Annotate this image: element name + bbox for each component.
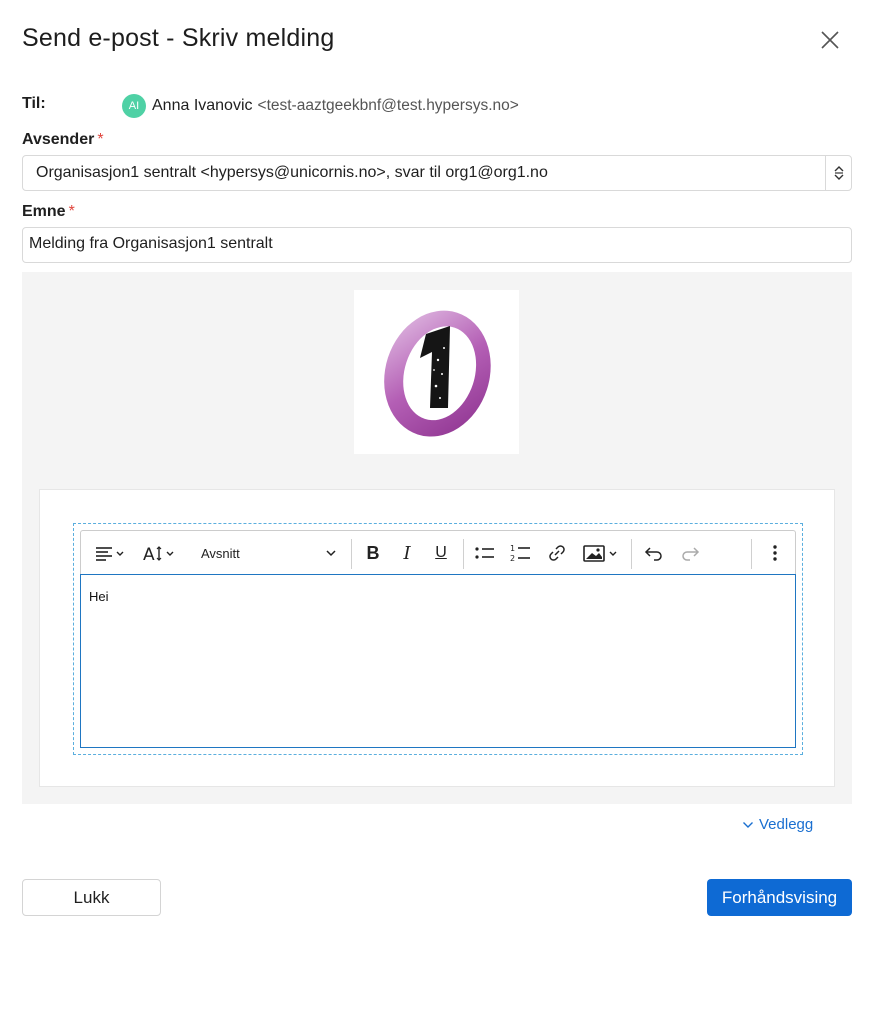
attachments-label: Vedlegg xyxy=(759,816,814,833)
font-size-icon[interactable]: A xyxy=(137,531,183,575)
close-icon[interactable] xyxy=(816,26,844,54)
subject-input[interactable]: Melding fra Organisasjon1 sentralt xyxy=(22,227,852,263)
sender-select-value: Organisasjon1 sentralt <hypersys@unicorn… xyxy=(36,164,548,181)
svg-text:1: 1 xyxy=(510,544,515,553)
block-format-value: Avsnitt xyxy=(201,545,240,561)
image-icon[interactable] xyxy=(577,531,625,575)
subject-label: Emne * xyxy=(22,203,75,220)
editor-toolbar: A Avsnitt B I U 12 xyxy=(80,530,796,574)
numbered-list-icon[interactable]: 12 xyxy=(505,531,537,575)
required-marker: * xyxy=(97,131,104,148)
required-marker: * xyxy=(68,203,75,220)
email-body-area: A Avsnitt B I U 12 Hei xyxy=(22,272,852,804)
dialog-title: Send e-post - Skriv melding xyxy=(22,24,335,52)
bullet-list-icon[interactable] xyxy=(469,531,501,575)
editor-text-area[interactable]: Hei xyxy=(80,574,796,748)
rich-text-editor: A Avsnitt B I U 12 Hei xyxy=(73,523,803,755)
close-button[interactable]: Lukk xyxy=(22,879,161,916)
preview-button[interactable]: Forhåndsvising xyxy=(707,879,852,916)
redo-icon[interactable] xyxy=(673,531,707,575)
organisation-logo xyxy=(354,290,519,454)
attachments-toggle[interactable]: Vedlegg xyxy=(742,816,813,833)
avatar: AI xyxy=(122,94,146,118)
block-format-select[interactable]: Avsnitt xyxy=(191,531,347,575)
recipient-name: Anna Ivanovic xyxy=(152,97,253,114)
undo-icon[interactable] xyxy=(637,531,671,575)
italic-icon[interactable]: I xyxy=(391,531,423,575)
svg-text:2: 2 xyxy=(510,554,515,563)
recipient-chip: AI Anna Ivanovic <test-aaztgeekbnf@test.… xyxy=(122,94,519,118)
to-label: Til: xyxy=(22,95,46,112)
recipient-email: <test-aaztgeekbnf@test.hypersys.no> xyxy=(257,97,519,114)
toolbar-divider xyxy=(631,539,632,569)
toolbar-divider xyxy=(751,539,752,569)
sender-label: Avsender * xyxy=(22,131,104,148)
align-left-icon[interactable] xyxy=(87,531,131,575)
chevron-down-icon xyxy=(743,821,753,828)
bold-icon[interactable]: B xyxy=(357,531,389,575)
chevron-down-icon xyxy=(326,550,336,557)
sender-select[interactable]: Organisasjon1 sentralt <hypersys@unicorn… xyxy=(22,155,852,191)
svg-text:A: A xyxy=(143,545,155,564)
underline-icon[interactable]: U xyxy=(425,531,457,575)
select-updown-icon[interactable] xyxy=(825,156,851,190)
toolbar-divider xyxy=(351,539,352,569)
toolbar-divider xyxy=(463,539,464,569)
message-content-card: A Avsnitt B I U 12 Hei xyxy=(39,489,835,787)
link-icon[interactable] xyxy=(541,531,573,575)
more-options-icon[interactable] xyxy=(757,531,793,575)
